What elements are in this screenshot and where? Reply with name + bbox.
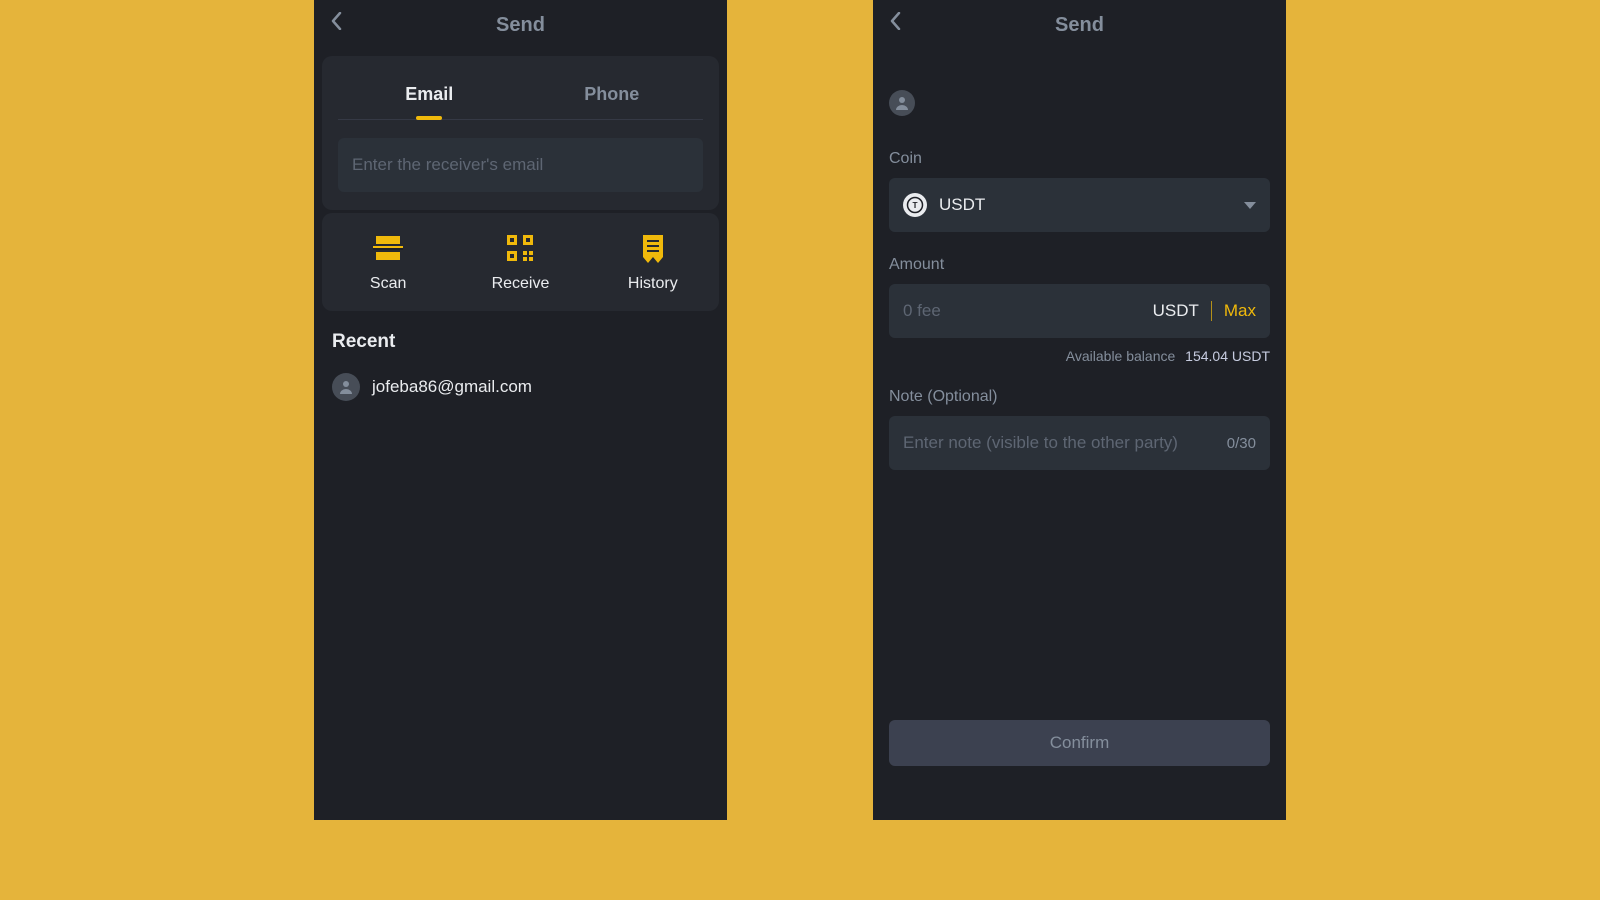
coin-icon: T: [903, 193, 927, 217]
header: Send: [314, 0, 727, 50]
recipient-summary[interactable]: [889, 50, 1270, 150]
balance-label: Available balance: [1066, 348, 1176, 364]
email-input[interactable]: [352, 155, 689, 175]
scan-icon: [373, 233, 403, 263]
note-char-counter: 0/30: [1227, 435, 1256, 452]
amount-label: Amount: [889, 256, 1270, 274]
avatar: [332, 373, 360, 401]
coin-symbol: USDT: [939, 195, 985, 215]
action-label: Receive: [492, 275, 550, 293]
person-icon: [338, 379, 354, 395]
confirm-button[interactable]: Confirm: [889, 720, 1270, 766]
header: Send: [873, 0, 1286, 50]
tab-email[interactable]: Email: [338, 70, 521, 119]
page-title: Send: [496, 14, 545, 37]
selected-coin: T USDT: [903, 193, 985, 217]
recipient-card: Email Phone: [322, 56, 719, 210]
action-label: Scan: [370, 275, 406, 293]
history-icon: [638, 233, 668, 263]
confirm-label: Confirm: [1050, 733, 1110, 753]
balance-value: 154.04 USDT: [1185, 348, 1270, 364]
chevron-left-icon: [330, 12, 342, 30]
recent-title: Recent: [314, 311, 727, 363]
recipient-tabs: Email Phone: [338, 70, 703, 120]
note-input[interactable]: [903, 433, 1217, 453]
amount-field-wrap: USDT Max: [889, 284, 1270, 338]
action-label: History: [628, 275, 678, 293]
chevron-down-icon: [1244, 202, 1256, 209]
qr-icon: [505, 233, 535, 263]
action-receive[interactable]: Receive: [454, 233, 586, 293]
email-field-wrap: [338, 138, 703, 192]
recent-contact[interactable]: jofeba86@gmail.com: [314, 363, 727, 411]
send-form: Coin T USDT Amount USDT Max Availa: [873, 50, 1286, 820]
available-balance: Available balance 154.04 USDT: [889, 348, 1270, 364]
amount-input[interactable]: [903, 301, 1153, 321]
chevron-left-icon: [889, 12, 901, 30]
back-button[interactable]: [330, 12, 354, 36]
screen-send-amount: Send Coin T USDT Amount USDT: [873, 0, 1286, 820]
tab-phone[interactable]: Phone: [521, 70, 704, 119]
recent-contact-email: jofeba86@gmail.com: [372, 377, 532, 397]
quick-actions: Scan Receive History: [322, 213, 719, 311]
amount-unit: USDT: [1153, 301, 1199, 321]
note-field-wrap: 0/30: [889, 416, 1270, 470]
tab-label: Email: [405, 84, 453, 104]
coin-selector[interactable]: T USDT: [889, 178, 1270, 232]
back-button[interactable]: [889, 12, 913, 36]
avatar: [889, 90, 915, 116]
action-scan[interactable]: Scan: [322, 233, 454, 293]
tab-label: Phone: [584, 84, 639, 104]
svg-text:T: T: [912, 201, 917, 210]
note-label: Note (Optional): [889, 388, 1270, 406]
person-icon: [894, 95, 910, 111]
divider: [1211, 301, 1212, 321]
action-history[interactable]: History: [587, 233, 719, 293]
screen-send-recipient: Send Email Phone Scan Receive Histo: [314, 0, 727, 820]
max-button[interactable]: Max: [1224, 301, 1256, 321]
coin-label: Coin: [889, 150, 1270, 168]
page-title: Send: [1055, 14, 1104, 37]
